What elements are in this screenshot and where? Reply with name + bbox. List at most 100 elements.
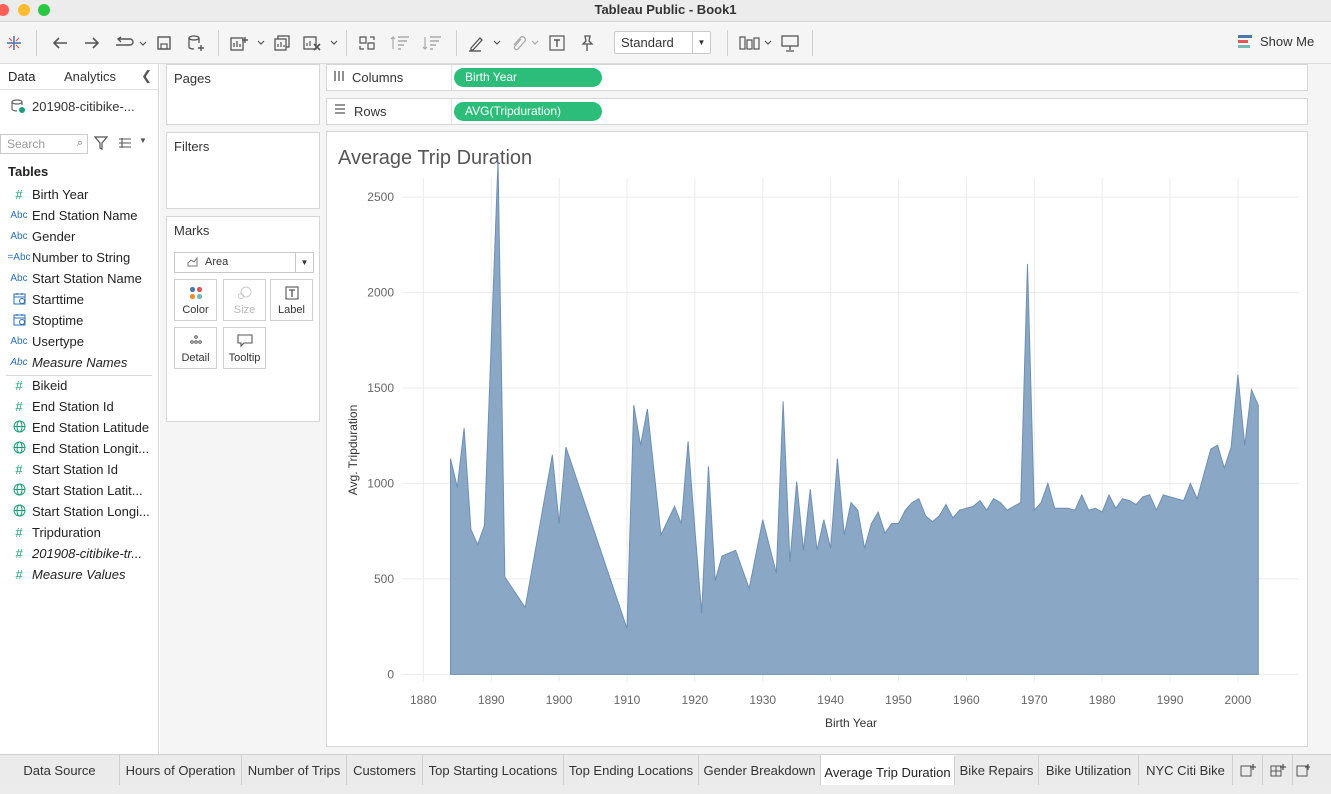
highlight-icon[interactable] [466,32,502,54]
field-item[interactable]: Abc Measure Names [6,352,156,373]
new-worksheet-tab-icon[interactable] [1233,755,1263,786]
data-point[interactable] [1188,481,1192,485]
data-point[interactable] [1148,493,1152,497]
data-point[interactable] [998,501,1002,505]
field-item[interactable]: Starttime [6,289,156,310]
area-chart[interactable]: 0 500 1000 1500 2000 2500 1880 1890 1900 1910 1920… [327,132,1307,746]
field-item[interactable]: #201908-citibike-tr... [6,543,156,564]
data-point[interactable] [720,554,724,558]
data-point[interactable] [1093,506,1097,510]
data-point[interactable] [469,527,473,531]
rows-shelf[interactable]: Rows AVG(Tripduration) [326,98,1308,125]
sort-ascending-icon[interactable] [389,32,411,54]
data-point[interactable] [462,426,466,430]
data-point[interactable] [761,518,765,522]
data-point[interactable] [1080,493,1084,497]
data-point[interactable] [890,522,894,526]
view-options-icon[interactable] [118,137,132,152]
data-point[interactable] [1025,262,1029,266]
show-cards-icon[interactable] [737,32,773,54]
data-point[interactable] [1073,508,1077,512]
sheet-tab[interactable]: Number of Trips [242,755,347,786]
data-point[interactable] [815,548,819,552]
new-worksheet-icon[interactable] [228,32,266,54]
duplicate-sheet-icon[interactable] [272,32,292,54]
field-item[interactable]: # Birth Year [6,184,156,205]
detail-button[interactable]: Detail [174,327,217,369]
data-point[interactable] [734,548,738,552]
collapse-pane-icon[interactable]: ❮ [141,68,152,84]
data-point[interactable] [523,606,527,610]
sheet-tab[interactable]: Top Starting Locations [423,755,564,786]
data-point[interactable] [1236,373,1240,377]
field-item[interactable]: End Station Latitude [6,417,156,438]
save-icon[interactable] [154,32,174,54]
data-point[interactable] [1114,506,1118,510]
field-item[interactable]: # End Station Id [6,396,156,417]
data-point[interactable] [557,522,561,526]
y-axis-title[interactable]: Avg. Tripduration [346,405,360,496]
show-me-button[interactable]: Show Me [1238,34,1314,49]
tableau-logo-icon[interactable] [4,32,24,54]
sheet-tab[interactable]: Customers [347,755,423,786]
data-point[interactable] [774,571,778,575]
data-point[interactable] [693,527,697,531]
sort-descending-icon[interactable] [421,32,443,54]
data-point[interactable] [1141,495,1145,499]
data-point[interactable] [1039,501,1043,505]
data-point[interactable] [632,403,636,407]
presentation-mode-icon[interactable] [779,32,801,54]
field-item[interactable]: End Station Longit... [6,438,156,459]
data-point[interactable] [706,464,710,468]
data-point[interactable] [1121,497,1125,501]
field-item[interactable]: =Abc Number to String [6,247,156,268]
fit-dropdown[interactable]: Standard ▼ [614,31,711,54]
filter-icon[interactable] [93,136,109,153]
data-point[interactable] [1032,508,1036,512]
series-area[interactable] [450,160,1259,675]
data-point[interactable] [659,533,663,537]
data-point[interactable] [455,485,459,489]
label-button[interactable]: Label [270,279,313,321]
field-item[interactable]: Abc Usertype [6,331,156,352]
data-point[interactable] [835,457,839,461]
data-point[interactable] [897,522,901,526]
data-point[interactable] [910,501,914,505]
data-point[interactable] [1005,508,1009,512]
new-dashboard-tab-icon[interactable] [1263,755,1293,786]
data-point[interactable] [863,546,867,550]
data-point[interactable] [869,522,873,526]
data-point[interactable] [1154,508,1158,512]
field-item[interactable]: Stoptime [6,310,156,331]
field-item[interactable]: Start Station Longi... [6,501,156,522]
data-point[interactable] [876,510,880,514]
data-point[interactable] [449,457,453,461]
data-point[interactable] [679,522,683,526]
data-point[interactable] [1195,497,1199,501]
data-point[interactable] [625,627,629,631]
data-point[interactable] [958,508,962,512]
field-item[interactable]: Abc Gender [6,226,156,247]
data-point[interactable] [1175,497,1179,501]
data-point[interactable] [1182,499,1186,503]
swap-rows-columns-icon[interactable] [356,32,378,54]
data-point[interactable] [822,518,826,522]
size-button[interactable]: Size [223,279,266,321]
data-point[interactable] [503,575,507,579]
birth-year-pill[interactable]: Birth Year [454,68,602,87]
data-point[interactable] [686,439,690,443]
data-point[interactable] [1168,495,1172,499]
data-point[interactable] [856,508,860,512]
undo-icon[interactable] [50,32,70,54]
data-point[interactable] [978,499,982,503]
redo-icon[interactable] [82,32,102,54]
data-point[interactable] [1046,481,1050,485]
data-point[interactable] [1229,445,1233,449]
data-point[interactable] [795,480,799,484]
data-point[interactable] [903,508,907,512]
data-point[interactable] [564,445,568,449]
data-point[interactable] [801,548,805,552]
field-item[interactable]: # Tripduration [6,522,156,543]
x-axis-title[interactable]: Birth Year [825,716,877,730]
data-point[interactable] [985,508,989,512]
